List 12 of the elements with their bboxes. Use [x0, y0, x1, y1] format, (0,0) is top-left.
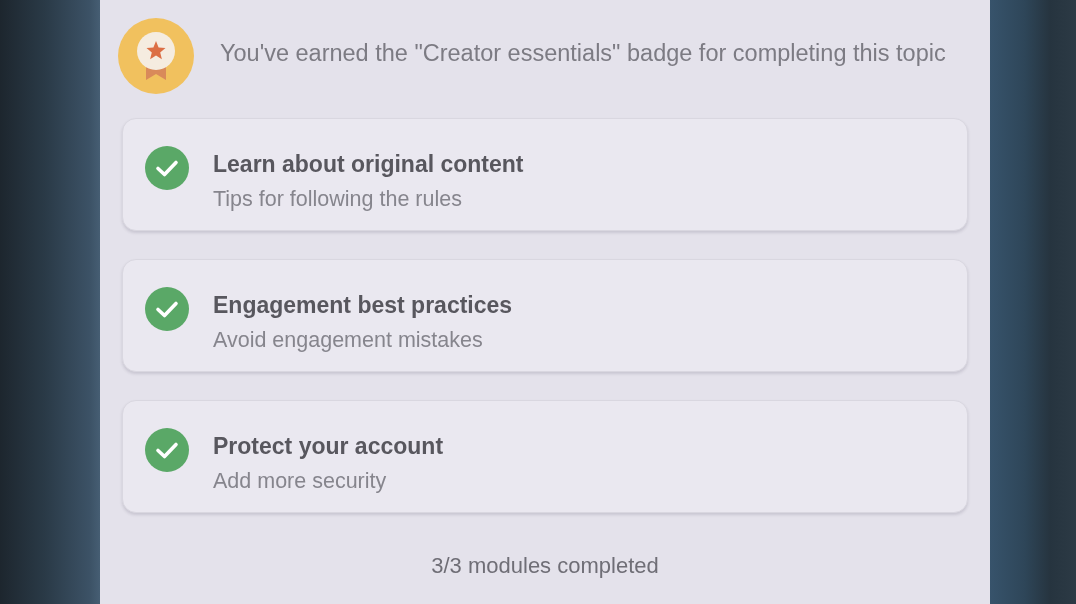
- module-subtitle: Tips for following the rules: [213, 186, 463, 212]
- module-card[interactable]: Engagement best practices Avoid engagement mistakes: [122, 259, 968, 372]
- progress-text: 3/3 modules completed: [431, 553, 659, 579]
- medal-badge-icon: [118, 18, 194, 94]
- module-title: Learn about original content: [213, 150, 524, 178]
- module-card[interactable]: Learn about original content Tips for following the rules: [122, 118, 968, 231]
- module-title: Protect your account: [213, 432, 444, 460]
- badge-message: You've earned the "Creator essentials" badge for completing this topic: [220, 39, 946, 67]
- module-card[interactable]: Protect your account Add more security: [122, 400, 968, 513]
- module-subtitle: Avoid engagement mistakes: [213, 327, 484, 353]
- module-subtitle: Add more security: [213, 468, 388, 494]
- module-title: Engagement best practices: [213, 291, 513, 319]
